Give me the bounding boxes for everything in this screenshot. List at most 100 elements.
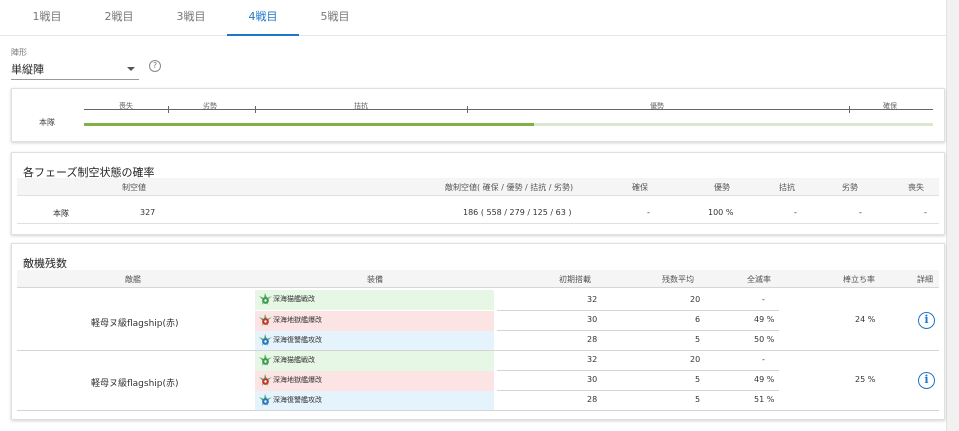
air-state-bar xyxy=(84,123,933,126)
equipment-slot: 深海猫艦戦改 xyxy=(255,290,494,310)
battle-tabs: 1戦目 2戦目 3戦目 4戦目 5戦目 xyxy=(0,0,946,36)
tab-battle-1[interactable]: 1戦目 xyxy=(11,0,83,36)
avg-remaining: 6 xyxy=(695,315,701,324)
row-soshitsu: - xyxy=(924,208,927,217)
divider xyxy=(497,390,779,391)
header-fighter-power: 制空値 xyxy=(122,183,146,192)
header-standing: 棒立ち率 xyxy=(843,275,875,284)
annihilation-rate: 50 % xyxy=(754,335,775,344)
scrollbar[interactable] xyxy=(946,0,959,431)
equipment-name: 深海猫艦戦改 xyxy=(273,295,315,303)
header-detail: 詳細 xyxy=(917,275,933,284)
standing-rate: 24 % xyxy=(855,315,876,324)
phase-probability-header: 制空値 敵制空値( 確保 / 優勢 / 拮抗 / 劣勢) 確保 優勢 拮抗 劣勢… xyxy=(17,178,939,195)
equipment-slot: 深海猫艦戦改 xyxy=(255,351,494,371)
equipment-slot: 深海地獄艦爆改 xyxy=(255,371,494,391)
header-ressei: 劣勢 xyxy=(842,183,858,192)
formation-select[interactable]: 単縦陣 xyxy=(11,58,139,80)
row-yusei: 100 % xyxy=(708,208,734,217)
scale-tick xyxy=(467,106,468,113)
equipment-slot: 深海復讐艦攻改 xyxy=(255,331,494,351)
formation-label: 陣形 xyxy=(11,48,27,57)
scale-tick xyxy=(849,106,850,113)
row-kakuho: - xyxy=(647,208,650,217)
annihilation-rate: 51 % xyxy=(754,395,775,404)
scale-label-yusei: 優勢 xyxy=(650,102,664,110)
equipment-slot: 深海地獄艦爆改 xyxy=(255,311,494,331)
torpedo-plane-icon xyxy=(258,393,273,407)
info-circle-icon[interactable]: i xyxy=(918,372,935,389)
divider xyxy=(17,195,939,196)
scale-label-ressei: 劣勢 xyxy=(203,102,217,110)
header-avg-remain: 残数平均 xyxy=(662,275,694,284)
row-kikko: - xyxy=(794,208,797,217)
enemy-planes-title: 敵機残数 xyxy=(23,257,67,270)
avg-remaining: 5 xyxy=(695,375,701,384)
tab-battle-5[interactable]: 5戦目 xyxy=(299,0,371,36)
initial-count: 28 xyxy=(587,335,598,344)
tab-battle-2[interactable]: 2戦目 xyxy=(83,0,155,36)
header-annihilation: 全滅率 xyxy=(747,275,771,284)
chevron-down-icon xyxy=(127,67,135,71)
tab-battle-4[interactable]: 4戦目 xyxy=(227,0,299,36)
air-state-scale: 喪失 劣勢 拮抗 優勢 確保 xyxy=(84,101,933,113)
bomber-plane-icon xyxy=(258,373,273,387)
scale-tick xyxy=(255,106,256,113)
annihilation-rate: 49 % xyxy=(754,375,775,384)
initial-count: 30 xyxy=(587,315,598,324)
fleet-label: 本隊 xyxy=(39,118,55,127)
fighter-plane-icon xyxy=(258,292,273,306)
info-circle-icon[interactable]: i xyxy=(918,312,935,329)
equipment-name: 深海復讐艦攻改 xyxy=(273,336,322,344)
air-state-bar-fill xyxy=(84,123,534,126)
avg-remaining: 5 xyxy=(695,335,701,344)
annihilation-rate: - xyxy=(762,295,765,304)
fighter-plane-icon xyxy=(258,353,273,367)
torpedo-plane-icon xyxy=(258,333,273,347)
ship-name: 軽母ヌ級flagship(赤) xyxy=(91,379,179,389)
bomber-plane-icon xyxy=(258,313,273,327)
equipment-name: 深海復讐艦攻改 xyxy=(273,396,322,404)
scale-label-soshitsu: 喪失 xyxy=(119,102,133,110)
initial-count: 28 xyxy=(587,395,598,404)
header-kakuho: 確保 xyxy=(632,183,648,192)
divider xyxy=(17,410,939,411)
header-enemy-power: 敵制空値( 確保 / 優勢 / 拮抗 / 劣勢) xyxy=(445,183,574,192)
header-initial: 初期搭載 xyxy=(559,275,591,284)
initial-count: 32 xyxy=(587,355,598,364)
header-ship: 敵艦 xyxy=(125,275,141,284)
equipment-name: 深海地獄艦爆改 xyxy=(273,316,322,324)
avg-remaining: 20 xyxy=(690,355,701,364)
row-enemy-power: 186 ( 558 / 279 / 125 / 63 ) xyxy=(463,208,572,217)
header-equipment: 装備 xyxy=(367,275,383,284)
ship-name: 軽母ヌ級flagship(赤) xyxy=(91,319,179,329)
header-kikko: 拮抗 xyxy=(779,183,795,192)
scale-label-kikko: 拮抗 xyxy=(354,102,368,110)
formation-value: 単縦陣 xyxy=(11,63,44,76)
air-state-card: 喪失 劣勢 拮抗 優勢 確保 本隊 xyxy=(11,88,945,142)
annihilation-rate: - xyxy=(762,355,765,364)
divider xyxy=(497,310,779,311)
row-fighter-power: 327 xyxy=(140,208,156,217)
annihilation-rate: 49 % xyxy=(754,315,775,324)
standing-rate: 25 % xyxy=(855,375,876,384)
avg-remaining: 20 xyxy=(690,295,701,304)
divider xyxy=(497,370,779,371)
help-circle-icon[interactable]: ? xyxy=(149,60,161,72)
enemy-planes-header: 敵艦 装備 初期搭載 残数平均 全滅率 棒立ち率 詳細 xyxy=(17,270,939,288)
tab-battle-3[interactable]: 3戦目 xyxy=(155,0,227,36)
enemy-planes-card: 敵機残数 敵艦 装備 初期搭載 残数平均 全滅率 棒立ち率 詳細 軽母ヌ級fla… xyxy=(11,243,945,420)
header-yusei: 優勢 xyxy=(714,183,730,192)
divider xyxy=(17,223,939,224)
divider xyxy=(497,330,779,331)
equipment-slot: 深海復讐艦攻改 xyxy=(255,391,494,411)
row-ressei: - xyxy=(859,208,862,217)
header-soshitsu: 喪失 xyxy=(908,183,924,192)
initial-count: 32 xyxy=(587,295,598,304)
scale-label-kakuho: 確保 xyxy=(883,102,897,110)
equipment-name: 深海猫艦戦改 xyxy=(273,356,315,364)
equipment-name: 深海地獄艦爆改 xyxy=(273,376,322,384)
phase-probability-card: 各フェーズ制空状態の確率 制空値 敵制空値( 確保 / 優勢 / 拮抗 / 劣勢… xyxy=(11,152,945,235)
scale-tick xyxy=(168,106,169,113)
initial-count: 30 xyxy=(587,375,598,384)
